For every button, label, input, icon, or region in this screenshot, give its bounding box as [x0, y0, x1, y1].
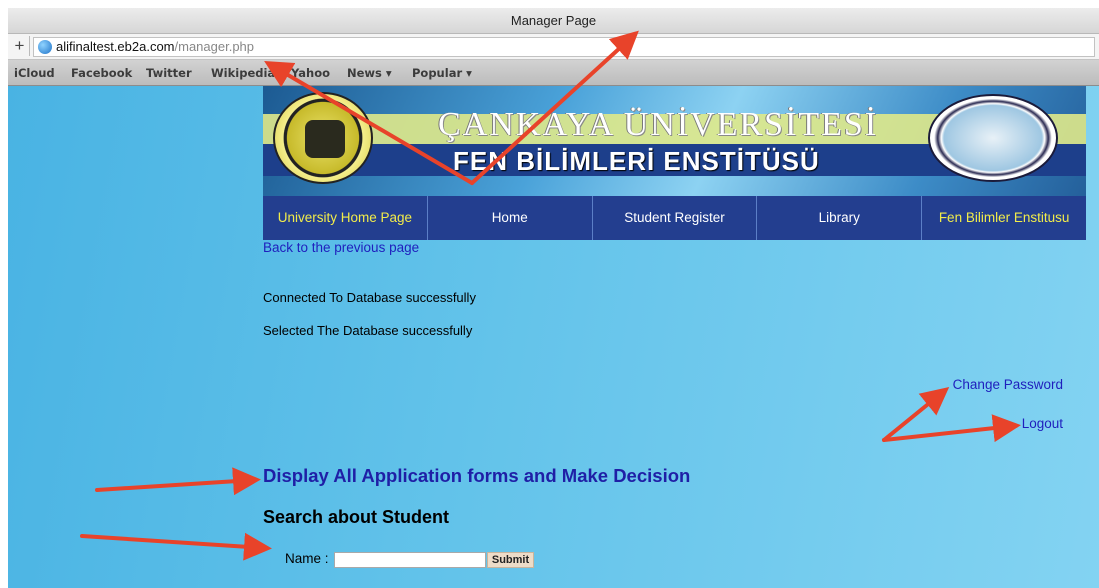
arrow-to-url: [264, 60, 474, 185]
arrow-to-logout: [882, 414, 1021, 443]
annotation-arrows: [80, 30, 1021, 561]
arrow-to-display-link: [95, 467, 261, 496]
arrow-to-window-title: [470, 30, 639, 185]
arrow-to-name-field: [80, 532, 272, 561]
